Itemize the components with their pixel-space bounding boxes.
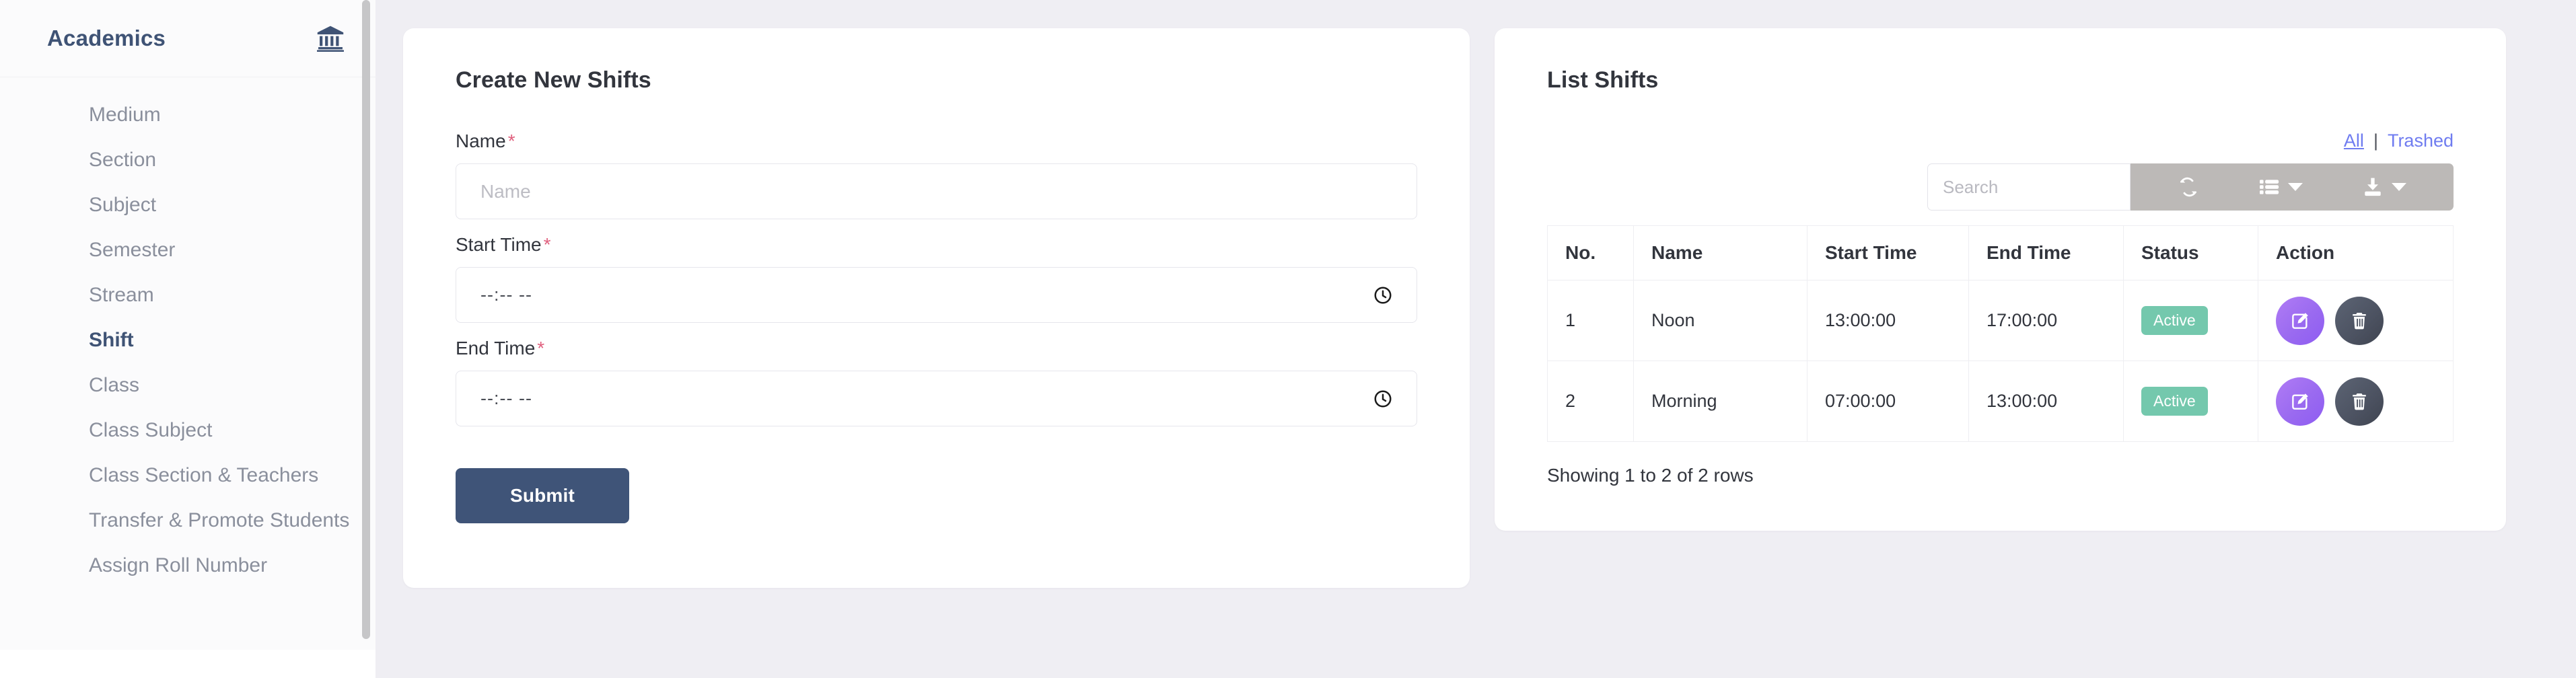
sidebar-item-subject[interactable]: Subject: [0, 182, 375, 227]
shifts-table: No. Name Start Time End Time Status Acti…: [1547, 225, 2454, 442]
cell-end: 13:00:00: [1969, 361, 2124, 442]
tab-all[interactable]: All: [2344, 130, 2364, 151]
cell-no: 2: [1548, 361, 1634, 442]
app-root: Academics Medium Section Subject Semeste…: [0, 0, 2576, 678]
status-badge: Active: [2141, 306, 2208, 335]
sidebar-title: Academics: [47, 26, 315, 51]
start-time-field-group: Start Time* --:-- --: [456, 234, 1417, 323]
name-input-wrap: [456, 163, 1417, 219]
cards-row: Create New Shifts Name* Start Time* --:-…: [375, 28, 2576, 588]
create-shift-card: Create New Shifts Name* Start Time* --:-…: [403, 28, 1470, 588]
sidebar-item-class-subject[interactable]: Class Subject: [0, 408, 375, 453]
refresh-icon: [2178, 176, 2199, 198]
sidebar-item-stream[interactable]: Stream: [0, 272, 375, 317]
table-row: 2 Morning 07:00:00 13:00:00 Active: [1548, 361, 2454, 442]
create-shift-title: Create New Shifts: [456, 67, 1417, 93]
column-header-name[interactable]: Name: [1634, 226, 1808, 280]
name-field-group: Name*: [456, 130, 1417, 219]
required-asterisk: *: [508, 130, 515, 151]
shifts-table-body: 1 Noon 13:00:00 17:00:00 Active: [1548, 280, 2454, 442]
end-time-label: End Time*: [456, 338, 1417, 359]
sidebar-item-class-section-teachers[interactable]: Class Section & Teachers: [0, 453, 375, 498]
sidebar-item-semester[interactable]: Semester: [0, 227, 375, 272]
end-time-input[interactable]: --:-- --: [456, 371, 1417, 426]
sidebar-scrollbar-track[interactable]: [365, 0, 373, 650]
required-asterisk: *: [537, 338, 544, 359]
cell-no: 1: [1548, 280, 1634, 361]
cell-start: 13:00:00: [1808, 280, 1969, 361]
name-label: Name*: [456, 130, 1417, 152]
cell-status: Active: [2124, 361, 2258, 442]
end-time-field-group: End Time* --:-- --: [456, 338, 1417, 426]
start-time-input[interactable]: --:-- --: [456, 267, 1417, 323]
sidebar-item-section[interactable]: Section: [0, 137, 375, 182]
tab-separator: |: [2373, 130, 2378, 151]
row-actions: [2276, 377, 2435, 426]
edit-pencil-icon: [2290, 311, 2310, 331]
cell-status: Active: [2124, 280, 2258, 361]
main-content: Create New Shifts Name* Start Time* --:-…: [375, 0, 2576, 678]
sidebar-scrollbar-thumb[interactable]: [362, 0, 370, 639]
column-header-end[interactable]: End Time: [1969, 226, 2124, 280]
start-time-label: Start Time*: [456, 234, 1417, 256]
table-row: 1 Noon 13:00:00 17:00:00 Active: [1548, 280, 2454, 361]
name-label-text: Name: [456, 130, 506, 151]
sidebar-nav: Medium Section Subject Semester Stream S…: [0, 77, 375, 588]
name-input[interactable]: [456, 163, 1417, 219]
end-time-label-text: End Time: [456, 338, 535, 359]
list-shift-title: List Shifts: [1547, 67, 2454, 93]
status-badge: Active: [2141, 387, 2208, 416]
submit-button[interactable]: Submit: [456, 468, 629, 523]
list-filter-tabs: All | Trashed: [1547, 130, 2454, 151]
delete-button[interactable]: [2335, 297, 2384, 345]
edit-button[interactable]: [2276, 297, 2324, 345]
start-time-input-wrap: --:-- --: [456, 267, 1417, 323]
table-footer-count: Showing 1 to 2 of 2 rows: [1547, 465, 2454, 486]
delete-button[interactable]: [2335, 377, 2384, 426]
toolbar-button-group: [2131, 163, 2454, 211]
cell-end: 17:00:00: [1969, 280, 2124, 361]
cell-action: [2258, 280, 2454, 361]
sidebar-item-assign-roll-number[interactable]: Assign Roll Number: [0, 543, 375, 588]
column-header-no[interactable]: No.: [1548, 226, 1634, 280]
table-toolbar: [1547, 163, 2454, 211]
export-button[interactable]: [2332, 163, 2436, 211]
sidebar-item-transfer-promote[interactable]: Transfer & Promote Students: [0, 498, 375, 543]
export-download-icon: [2362, 176, 2384, 198]
search-input[interactable]: [1927, 163, 2131, 211]
columns-button[interactable]: [2229, 163, 2332, 211]
refresh-button[interactable]: [2148, 163, 2229, 211]
edit-pencil-icon: [2290, 391, 2310, 412]
row-actions: [2276, 297, 2435, 345]
list-shift-card: List Shifts All | Trashed: [1495, 28, 2506, 531]
sidebar-item-class[interactable]: Class: [0, 363, 375, 408]
bank-icon: [315, 24, 346, 53]
sidebar-header: Academics: [0, 0, 375, 77]
sidebar-item-medium[interactable]: Medium: [0, 92, 375, 137]
cell-start: 07:00:00: [1808, 361, 1969, 442]
columns-list-icon: [2258, 176, 2280, 198]
sidebar-item-shift[interactable]: Shift: [0, 317, 375, 363]
column-header-start[interactable]: Start Time: [1808, 226, 1969, 280]
column-header-status[interactable]: Status: [2124, 226, 2258, 280]
end-time-input-wrap: --:-- --: [456, 371, 1417, 426]
trash-icon: [2349, 311, 2369, 331]
chevron-down-icon: [2288, 183, 2303, 191]
cell-action: [2258, 361, 2454, 442]
required-asterisk: *: [544, 234, 551, 255]
edit-button[interactable]: [2276, 377, 2324, 426]
column-header-action: Action: [2258, 226, 2454, 280]
table-header-row: No. Name Start Time End Time Status Acti…: [1548, 226, 2454, 280]
shifts-table-head: No. Name Start Time End Time Status Acti…: [1548, 226, 2454, 280]
tab-trashed[interactable]: Trashed: [2388, 130, 2454, 151]
sidebar: Academics Medium Section Subject Semeste…: [0, 0, 375, 650]
cell-name: Noon: [1634, 280, 1808, 361]
cell-name: Morning: [1634, 361, 1808, 442]
chevron-down-icon: [2392, 183, 2406, 191]
trash-icon: [2349, 391, 2369, 412]
start-time-label-text: Start Time: [456, 234, 542, 255]
